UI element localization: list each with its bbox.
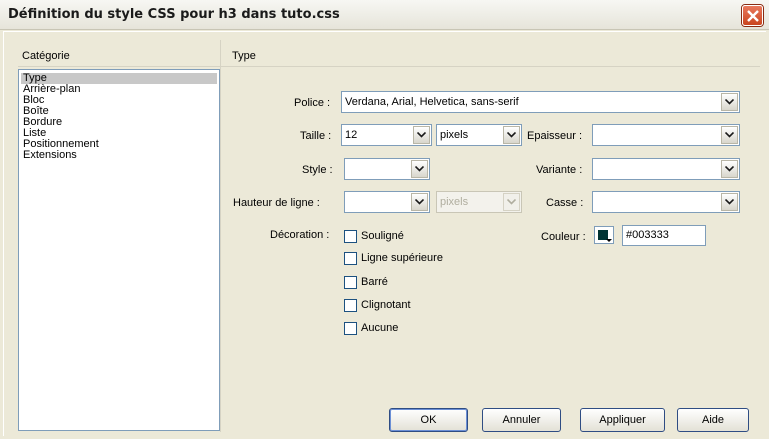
cancel-button[interactable]: Annuler — [482, 408, 561, 432]
checkbox-blink-label: Clignotant — [361, 299, 411, 311]
line-height-unit-value: pixels — [440, 196, 469, 208]
color-value: #003333 — [626, 229, 669, 241]
weight-label: Epaisseur : — [527, 130, 583, 142]
header-divider — [18, 66, 760, 67]
size-dropdown-button[interactable] — [413, 126, 430, 144]
color-input[interactable]: #003333 — [622, 225, 706, 246]
chevron-down-icon — [507, 132, 516, 138]
case-dropdown-button[interactable] — [721, 193, 738, 211]
line-height-unit-dropdown-button — [503, 193, 520, 211]
checkbox-strikethrough-label: Barré — [361, 276, 388, 288]
font-value: Verdana, Arial, Helvetica, sans-serif — [345, 96, 519, 108]
checkbox-overline[interactable] — [344, 252, 357, 265]
chevron-down-icon — [725, 132, 734, 138]
chevron-down-icon — [415, 199, 424, 205]
font-dropdown-button[interactable] — [721, 93, 738, 111]
close-icon — [747, 10, 759, 22]
color-swatch-button[interactable] — [594, 226, 614, 244]
color-label: Couleur : — [541, 231, 586, 243]
help-button[interactable]: Aide — [677, 408, 749, 432]
style-select[interactable] — [344, 158, 430, 180]
ok-button[interactable]: OK — [389, 408, 468, 432]
size-unit-value: pixels — [440, 129, 469, 141]
category-list: Type Arrière-plan Bloc Boîte Bordure Lis… — [18, 69, 220, 431]
size-label: Taille : — [300, 130, 332, 142]
style-label: Style : — [302, 164, 333, 176]
title-bar: Définition du style CSS pour h3 dans tut… — [0, 0, 769, 30]
case-label: Casse : — [546, 197, 584, 209]
weight-select[interactable] — [592, 124, 740, 146]
category-header: Catégorie — [22, 50, 70, 62]
category-item-extensions[interactable]: Extensions — [23, 150, 77, 161]
checkbox-blink[interactable] — [344, 299, 357, 312]
chevron-down-icon — [507, 199, 516, 205]
chevron-down-icon — [725, 99, 734, 105]
style-dropdown-button[interactable] — [411, 160, 428, 178]
chevron-down-icon — [417, 132, 426, 138]
window-title: Définition du style CSS pour h3 dans tut… — [8, 7, 340, 22]
chevron-down-icon — [415, 166, 424, 172]
variant-dropdown-button[interactable] — [721, 160, 738, 178]
chevron-down-icon — [725, 166, 734, 172]
checkbox-none-label: Aucune — [361, 322, 399, 334]
checkbox-underline[interactable] — [344, 230, 357, 243]
apply-button[interactable]: Appliquer — [580, 408, 665, 432]
line-height-select[interactable] — [344, 191, 430, 213]
weight-dropdown-button[interactable] — [721, 126, 738, 144]
panel-header: Type — [232, 50, 256, 62]
variant-label: Variante : — [536, 164, 583, 176]
size-unit-select[interactable]: pixels — [436, 124, 522, 146]
line-height-label: Hauteur de ligne : — [233, 197, 320, 209]
checkbox-underline-label: Souligné — [361, 230, 404, 242]
size-select[interactable]: 12 — [341, 124, 432, 146]
size-unit-dropdown-button[interactable] — [503, 126, 520, 144]
variant-select[interactable] — [592, 158, 740, 180]
line-height-dropdown-button[interactable] — [411, 193, 428, 211]
checkbox-overline-label: Ligne supérieure — [361, 252, 443, 264]
font-select[interactable]: Verdana, Arial, Helvetica, sans-serif — [341, 91, 740, 113]
checkbox-none[interactable] — [344, 322, 357, 335]
size-value: 12 — [345, 129, 358, 141]
triangle-down-icon — [606, 239, 612, 242]
line-height-unit-select: pixels — [436, 191, 522, 213]
checkbox-strikethrough[interactable] — [344, 276, 357, 289]
decoration-label: Décoration : — [270, 229, 330, 241]
font-label: Police : — [294, 97, 331, 109]
close-button[interactable] — [742, 5, 763, 26]
panel-divider — [220, 40, 221, 432]
case-select[interactable] — [592, 191, 740, 213]
chevron-down-icon — [725, 199, 734, 205]
